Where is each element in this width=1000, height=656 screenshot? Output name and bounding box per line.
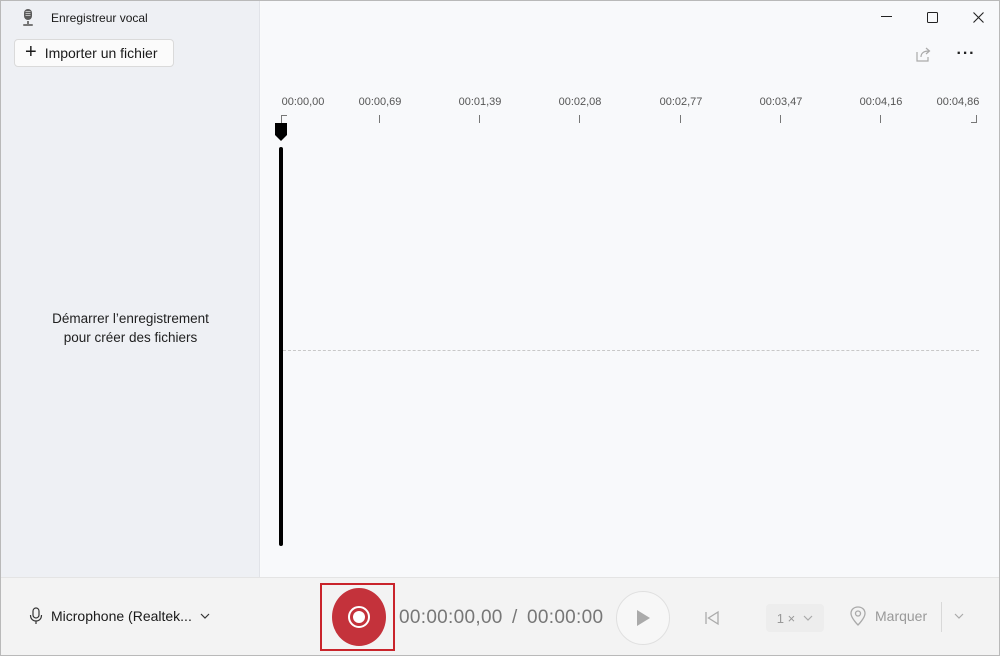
add-marker-button[interactable]: Marquer bbox=[849, 606, 927, 626]
microphone-label: Microphone (Realtek... bbox=[51, 608, 192, 624]
tick-label: 00:04,16 bbox=[859, 96, 903, 108]
skip-back-icon bbox=[705, 610, 719, 626]
voice-recorder-window: Enregistreur vocal + Importer un fichier… bbox=[0, 0, 1000, 656]
tick-mark bbox=[579, 115, 580, 123]
marker-label: Marquer bbox=[875, 608, 928, 624]
playback-speed-button[interactable]: 1 × bbox=[766, 604, 824, 632]
chevron-down-icon bbox=[803, 615, 813, 621]
tick-label: 00:02,08 bbox=[558, 96, 602, 108]
total-time: 00:00:00 bbox=[527, 607, 604, 628]
empty-state-line-2: pour créer des fichiers bbox=[63, 330, 198, 345]
marker-pin-icon bbox=[850, 606, 866, 626]
record-dot bbox=[353, 611, 365, 623]
tick-mark bbox=[880, 115, 881, 123]
tick-label: 00:01,39 bbox=[458, 96, 502, 108]
import-file-label: Importer un fichier bbox=[44, 45, 158, 61]
tick-mark bbox=[379, 115, 380, 123]
chevron-down-icon bbox=[954, 613, 964, 619]
tick-label: 00:04,86 bbox=[936, 96, 980, 108]
playhead-line[interactable] bbox=[279, 147, 283, 546]
playhead-handle[interactable] bbox=[275, 123, 287, 141]
timeline-end-marker bbox=[971, 115, 977, 123]
speed-label: 1 × bbox=[776, 610, 796, 626]
empty-state-message: Démarrer l’enregistrement pour créer des… bbox=[1, 309, 260, 347]
microphone-selector[interactable]: Microphone (Realtek... bbox=[29, 607, 210, 625]
skip-back-button[interactable] bbox=[701, 607, 723, 629]
play-icon bbox=[637, 610, 650, 626]
plus-icon: + bbox=[25, 41, 37, 63]
time-separator: / bbox=[512, 607, 518, 628]
current-time: 00:00:00,00 bbox=[399, 607, 503, 628]
timeline-start-marker bbox=[281, 115, 287, 123]
divider bbox=[941, 602, 942, 632]
timeline-ruler: 00:00,00 00:00,69 00:01,39 00:02,08 00:0… bbox=[261, 1, 999, 141]
marker-options-button[interactable] bbox=[951, 608, 967, 624]
microphone-icon bbox=[29, 607, 43, 624]
playback-bar: Microphone (Realtek... 00:00:00,00 / 00:… bbox=[1, 577, 999, 655]
app-title: Enregistreur vocal bbox=[51, 11, 148, 25]
microphone-app-icon bbox=[23, 9, 33, 26]
record-icon bbox=[348, 606, 370, 628]
tick-label: 00:03,47 bbox=[759, 96, 803, 108]
empty-state-line-1: Démarrer l’enregistrement bbox=[52, 311, 209, 326]
chevron-down-icon bbox=[200, 613, 210, 619]
tick-label: 00:00,69 bbox=[358, 96, 402, 108]
play-button[interactable] bbox=[616, 591, 670, 645]
tick-label: 00:02,77 bbox=[659, 96, 703, 108]
tick-mark bbox=[780, 115, 781, 123]
recordings-sidebar: Enregistreur vocal + Importer un fichier… bbox=[1, 1, 260, 577]
tick-mark bbox=[680, 115, 681, 123]
import-file-button[interactable]: + Importer un fichier bbox=[14, 39, 174, 67]
waveform-baseline bbox=[283, 350, 979, 351]
waveform-pane: ··· 00:00,00 00:00,69 00:01,39 00:02,08 … bbox=[261, 1, 999, 577]
tick-mark bbox=[479, 115, 480, 123]
record-button[interactable] bbox=[332, 588, 386, 646]
tick-label: 00:00,00 bbox=[281, 96, 325, 108]
